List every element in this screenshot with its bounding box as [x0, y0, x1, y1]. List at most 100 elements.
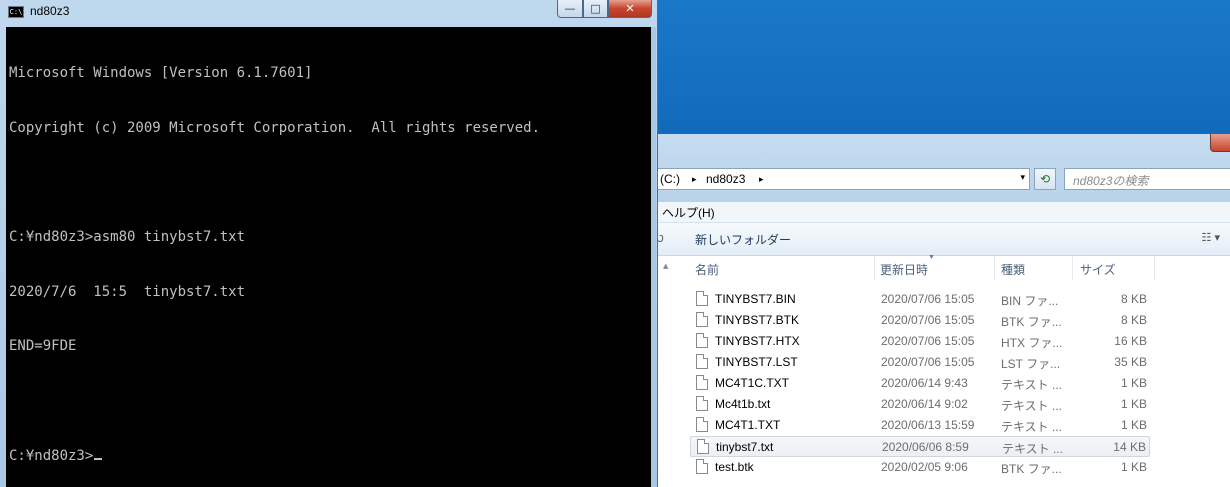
console-line: Copyright (c) 2009 Microsoft Corporation… — [9, 120, 541, 136]
file-date: 2020/06/06 8:59 — [882, 440, 969, 454]
column-separator[interactable] — [1154, 256, 1155, 280]
file-date: 2020/06/13 15:59 — [881, 418, 975, 432]
explorer-window: (C:) ▸ nd80z3 ▸ ▾ ⟲ nd80z3の検索 ヘルプ(H) ט 新… — [658, 134, 1230, 487]
nav-pane-edge: ▲ — [658, 256, 680, 487]
file-type: LST ファ... — [1001, 357, 1061, 371]
file-row[interactable]: TINYBST7.LST 2020/07/06 15:05 LST ファ... … — [690, 352, 1150, 373]
console-line: END=9FDE — [9, 338, 77, 355]
console-cursor — [94, 457, 103, 460]
file-name: tinybst7.txt — [716, 440, 774, 454]
file-type: BTK ファ... — [1001, 315, 1062, 329]
file-size: 16 KB — [1114, 334, 1147, 348]
file-type: テキスト ... — [1002, 442, 1063, 456]
address-separator-icon[interactable]: ▸ — [692, 174, 697, 185]
console-prompt: C:¥nd80z3> — [9, 447, 94, 464]
console-line: C:¥nd80z3>asm80 tinybst7.txt — [9, 229, 246, 246]
file-size: 1 KB — [1120, 397, 1147, 411]
file-name: test.btk — [715, 460, 754, 474]
file-date: 2020/07/06 15:05 — [881, 313, 975, 327]
console-output: Microsoft Windows [Version 6.1.7601] Cop… — [9, 28, 540, 487]
file-size: 8 KB — [1120, 292, 1147, 306]
file-name: Mc4t1b.txt — [715, 397, 771, 411]
file-type: テキスト ... — [1001, 378, 1062, 392]
minimize-button[interactable]: — — [557, 0, 583, 18]
file-icon — [696, 459, 708, 474]
file-type: テキスト ... — [1001, 399, 1062, 413]
file-icon — [697, 439, 709, 454]
file-icon — [696, 375, 708, 390]
console-scrollbar[interactable] — [651, 27, 656, 487]
view-options-icon[interactable]: ☷ ▾ — [1202, 231, 1220, 244]
file-name: TINYBST7.HTX — [715, 334, 800, 348]
file-date: 2020/06/14 9:02 — [881, 397, 968, 411]
console-window: C:\ nd80z3 — □ ✕ Microsoft Windows [Vers… — [0, 0, 658, 487]
file-size: 14 KB — [1113, 440, 1146, 454]
file-name: MC4T1.TXT — [715, 418, 781, 432]
column-separator[interactable] — [874, 256, 875, 280]
file-type: BIN ファ... — [1001, 294, 1059, 308]
address-drive[interactable]: (C:) — [660, 172, 680, 186]
console-line: 2020/7/6 15:5 tinybst7.txt — [9, 283, 246, 300]
file-name: TINYBST7.LST — [715, 355, 798, 369]
console-app-icon: C:\ — [8, 6, 24, 18]
file-date: 2020/07/06 15:05 — [881, 355, 975, 369]
address-dropdown-icon[interactable]: ▾ — [1020, 172, 1025, 183]
column-name[interactable]: 名前 — [695, 261, 719, 285]
file-date: 2020/02/05 9:06 — [881, 460, 968, 474]
console-screen[interactable]: Microsoft Windows [Version 6.1.7601] Cop… — [6, 27, 651, 487]
file-row[interactable]: TINYBST7.BIN 2020/07/06 15:05 BIN ファ... … — [690, 289, 1150, 310]
close-button[interactable]: ✕ — [608, 0, 652, 18]
file-icon — [696, 291, 708, 306]
refresh-button[interactable]: ⟲ — [1034, 168, 1056, 190]
file-row[interactable]: MC4T1C.TXT 2020/06/14 9:43 テキスト ... 1 KB — [690, 373, 1150, 394]
file-size: 1 KB — [1120, 376, 1147, 390]
sort-arrow-icon: ▼ — [928, 254, 935, 261]
file-size: 35 KB — [1114, 355, 1147, 369]
address-folder[interactable]: nd80z3 — [706, 172, 745, 186]
file-name: TINYBST7.BIN — [715, 292, 796, 306]
command-bar: ט 新しいフォルダー ☷ ▾ — [658, 223, 1230, 256]
address-separator-icon[interactable]: ▸ — [759, 174, 764, 185]
file-row-selected[interactable]: tinybst7.txt 2020/06/06 8:59 テキスト ... 14… — [690, 436, 1150, 457]
explorer-close-button[interactable] — [1210, 134, 1230, 152]
file-row[interactable]: TINYBST7.BTK 2020/07/06 15:05 BTK ファ... … — [690, 310, 1150, 331]
column-header: 名前 ▼ 更新日時 種類 サイズ — [658, 254, 1230, 280]
file-type: テキスト ... — [1001, 420, 1062, 434]
console-title: nd80z3 — [30, 4, 70, 18]
file-icon — [696, 312, 708, 327]
column-size[interactable]: サイズ — [1080, 261, 1116, 285]
column-type[interactable]: 種類 — [1001, 261, 1025, 285]
organize-fragment-icon[interactable]: ט — [658, 231, 664, 245]
file-row[interactable]: Mc4t1b.txt 2020/06/14 9:02 テキスト ... 1 KB — [690, 394, 1150, 415]
file-row[interactable]: TINYBST7.HTX 2020/07/06 15:05 HTX ファ... … — [690, 331, 1150, 352]
file-size: 1 KB — [1120, 418, 1147, 432]
console-line: Microsoft Windows [Version 6.1.7601] — [9, 65, 313, 82]
file-type: BTK ファ... — [1001, 462, 1062, 476]
column-separator[interactable] — [994, 256, 995, 280]
file-icon — [696, 354, 708, 369]
file-icon — [696, 417, 708, 432]
file-date: 2020/06/14 9:43 — [881, 376, 968, 390]
file-size: 8 KB — [1120, 313, 1147, 327]
file-name: TINYBST7.BTK — [715, 313, 800, 327]
console-titlebar[interactable]: C:\ nd80z3 — □ ✕ — [0, 0, 658, 26]
column-date[interactable]: 更新日時 — [880, 261, 928, 285]
file-size: 1 KB — [1120, 460, 1147, 474]
file-type: HTX ファ... — [1001, 336, 1063, 350]
file-icon — [696, 396, 708, 411]
search-input[interactable]: nd80z3の検索 — [1064, 168, 1230, 190]
file-icon — [696, 333, 708, 348]
file-name: MC4T1C.TXT — [715, 376, 790, 390]
file-row[interactable]: test.btk 2020/02/05 9:06 BTK ファ... 1 KB — [690, 457, 1150, 478]
menu-help[interactable]: ヘルプ(H) — [662, 204, 715, 221]
address-bar[interactable]: (C:) ▸ nd80z3 ▸ ▾ — [658, 168, 1030, 190]
explorer-titlebar[interactable]: (C:) ▸ nd80z3 ▸ ▾ ⟲ nd80z3の検索 — [658, 134, 1230, 202]
new-folder-button[interactable]: 新しいフォルダー — [695, 231, 791, 248]
maximize-button[interactable]: □ — [583, 0, 608, 18]
file-row[interactable]: MC4T1.TXT 2020/06/13 15:59 テキスト ... 1 KB — [690, 415, 1150, 436]
file-date: 2020/07/06 15:05 — [881, 292, 975, 306]
column-separator[interactable] — [1072, 256, 1073, 280]
menu-bar: ヘルプ(H) — [658, 202, 1230, 223]
